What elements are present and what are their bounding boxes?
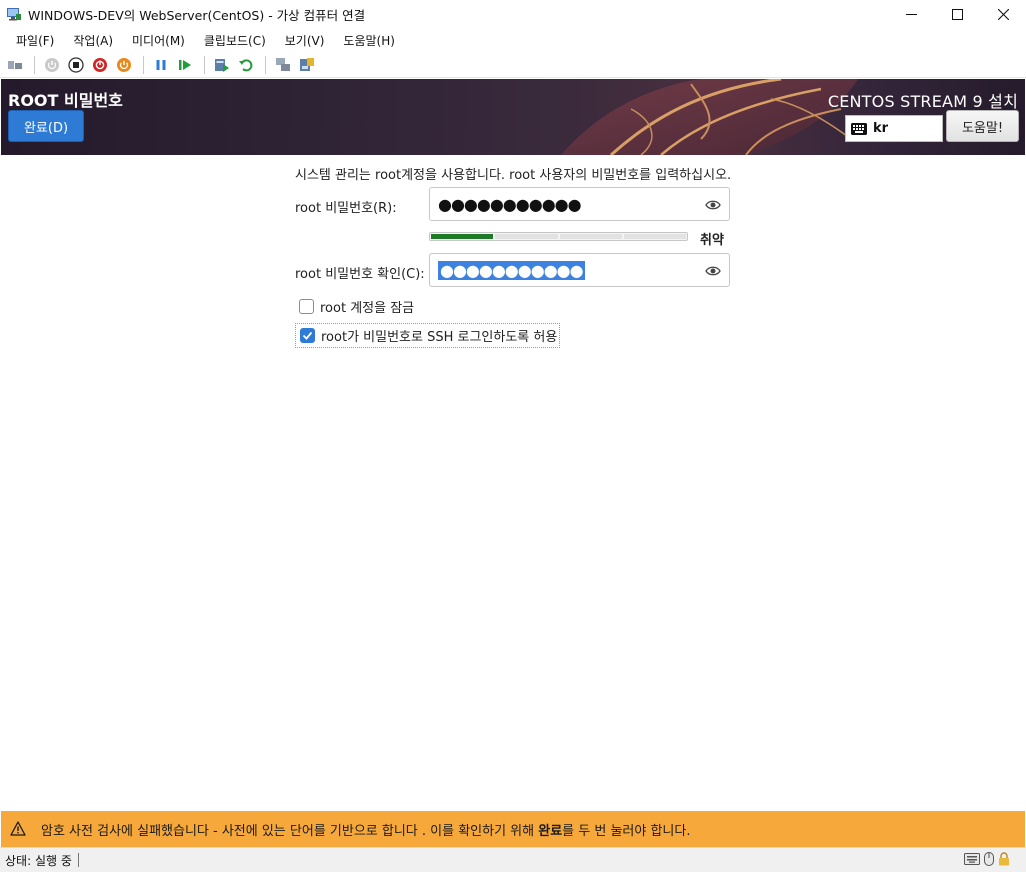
- menu-bar: 파일(F) 작업(A) 미디어(M) 클립보드(C) 보기(V) 도움말(H): [0, 28, 1026, 52]
- ctrl-alt-del-icon: [8, 60, 22, 69]
- status-tray: [960, 852, 1010, 866]
- warning-text-start: 암호 사전 검사에 실패했습니다 - 사전에 있는 단어를 기반으로 합니다 .…: [41, 823, 539, 839]
- toolbar-separator: [265, 55, 266, 74]
- maximize-icon: [951, 8, 963, 20]
- password-strength-label: 취약: [700, 233, 724, 248]
- revert-button[interactable]: [235, 54, 257, 76]
- help-button[interactable]: 도움말!: [946, 110, 1019, 142]
- close-button[interactable]: [980, 0, 1026, 28]
- status-bar: 상태: 실행 중: [0, 847, 1026, 872]
- vm-connect-icon: [7, 8, 21, 21]
- enhanced-session-icon: [276, 57, 290, 71]
- share-button[interactable]: [296, 54, 318, 76]
- close-icon: [997, 8, 1009, 20]
- vm-toolbar: [0, 52, 1026, 78]
- minimize-icon: [905, 13, 917, 15]
- toolbar-separator: [143, 55, 144, 74]
- resume-button[interactable]: [174, 54, 196, 76]
- password-value: ●●●●●●●●●●●: [438, 194, 582, 214]
- pause-icon: [156, 59, 166, 70]
- confirm-password-label: root 비밀번호 확인(C):: [295, 267, 425, 282]
- password-label: root 비밀번호(R):: [295, 201, 397, 216]
- lock-root-checkbox[interactable]: [299, 299, 314, 314]
- done-button[interactable]: 완료(D): [8, 110, 84, 142]
- warning-icon: [10, 821, 26, 836]
- enhanced-session-button[interactable]: [272, 54, 294, 76]
- keyboard-layout-indicator[interactable]: kr: [845, 115, 943, 142]
- toolbar-separator: [34, 55, 35, 74]
- toolbar-separator: [204, 55, 205, 74]
- ssh-root-login-option[interactable]: root가 비밀번호로 SSH 로그인하도록 허용: [295, 323, 561, 348]
- save-icon: [117, 57, 131, 72]
- confirm-password-value: ●●●●●●●●●●●: [438, 260, 585, 280]
- confirm-password-field[interactable]: ●●●●●●●●●●●: [429, 253, 730, 287]
- minimize-button[interactable]: [888, 0, 934, 28]
- revert-icon: [239, 58, 253, 71]
- vm-status: 상태: 실행 중: [5, 853, 72, 868]
- password-strength-meter: [429, 232, 688, 241]
- menu-file[interactable]: 파일(F): [8, 32, 62, 49]
- lock-status-icon: [998, 852, 1010, 866]
- warning-text-bold: 완료: [538, 823, 563, 839]
- show-password-icon[interactable]: [705, 197, 721, 213]
- start-icon: [45, 57, 59, 72]
- ctrl-alt-del-button[interactable]: [4, 54, 26, 76]
- keyboard-layout-label: kr: [873, 121, 889, 136]
- strength-segment: [623, 234, 686, 239]
- turn-off-icon: [68, 56, 84, 73]
- share-icon: [300, 57, 314, 71]
- lock-root-option[interactable]: root 계정을 잠금: [299, 297, 414, 316]
- warning-bar[interactable]: 암호 사전 검사에 실패했습니다 - 사전에 있는 단어를 기반으로 합니다 .…: [1, 811, 1025, 847]
- lock-root-label: root 계정을 잠금: [320, 301, 415, 316]
- spoke-title: ROOT 비밀번호: [8, 91, 123, 110]
- checkpoint-icon: [215, 58, 229, 72]
- turn-off-button[interactable]: [65, 54, 87, 76]
- maximize-button[interactable]: [934, 0, 980, 28]
- warning-text: 암호 사전 검사에 실패했습니다 - 사전에 있는 단어를 기반으로 합니다 .…: [41, 820, 690, 839]
- show-password-icon[interactable]: [705, 263, 721, 279]
- installer-header: ROOT 비밀번호 완료(D) CENTOS STREAM 9 설치 kr 도움…: [1, 79, 1025, 155]
- pause-button[interactable]: [150, 54, 172, 76]
- menu-action[interactable]: 작업(A): [65, 32, 121, 49]
- status-separator: [77, 853, 79, 867]
- product-title: CENTOS STREAM 9 설치: [827, 92, 1018, 111]
- ssh-root-login-checkbox[interactable]: [300, 328, 315, 343]
- form-description: 시스템 관리는 root계정을 사용합니다. root 사용자의 비밀번호를 입…: [295, 168, 732, 183]
- menu-media[interactable]: 미디어(M): [124, 32, 193, 49]
- mouse-status-icon: [984, 852, 994, 866]
- strength-segment: [431, 234, 494, 239]
- menu-help[interactable]: 도움말(H): [335, 32, 403, 49]
- checkmark-icon: [302, 331, 313, 340]
- password-field[interactable]: ●●●●●●●●●●●: [429, 187, 730, 221]
- menu-clipboard[interactable]: 클립보드(C): [196, 32, 274, 49]
- start-button[interactable]: [41, 54, 63, 76]
- strength-segment: [559, 234, 622, 239]
- root-password-form: 시스템 관리는 root계정을 사용합니다. root 사용자의 비밀번호를 입…: [1, 155, 1025, 811]
- window-titlebar: WINDOWS-DEV의 WebServer(CentOS) - 가상 컴퓨터 …: [0, 0, 1026, 28]
- shutdown-icon: [93, 57, 107, 72]
- ssh-root-login-label: root가 비밀번호로 SSH 로그인하도록 허용: [321, 330, 558, 345]
- resume-icon: [179, 59, 191, 70]
- menu-view[interactable]: 보기(V): [277, 32, 333, 49]
- checkpoint-button[interactable]: [211, 54, 233, 76]
- shutdown-button[interactable]: [89, 54, 111, 76]
- warning-text-end: 를 두 번 눌러야 합니다.: [562, 823, 691, 839]
- save-button[interactable]: [113, 54, 135, 76]
- keyboard-icon: [851, 122, 867, 135]
- keyboard-status-icon: [964, 853, 980, 865]
- window-title: WINDOWS-DEV의 WebServer(CentOS) - 가상 컴퓨터 …: [28, 7, 366, 23]
- strength-segment: [495, 234, 558, 239]
